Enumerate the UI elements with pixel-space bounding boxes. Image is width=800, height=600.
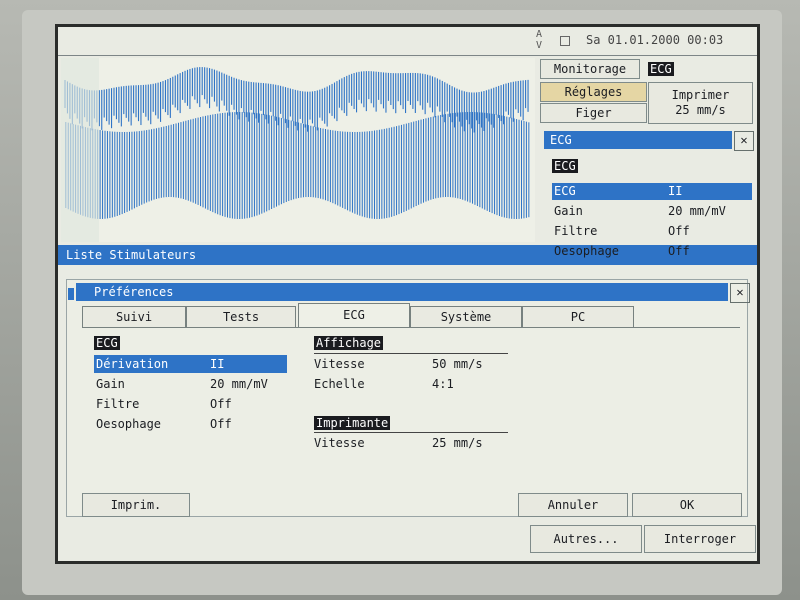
ecg-waveform — [61, 58, 535, 242]
side-row-value: Off — [668, 244, 690, 258]
derivation-label[interactable]: Dérivation — [96, 357, 168, 371]
imprimante-section-label: Imprimante — [314, 416, 391, 430]
side-row-oesophage[interactable]: Oesophage Off — [552, 243, 752, 260]
dialog-marker — [68, 288, 74, 300]
av-indicator: A V — [536, 29, 543, 51]
monitorage-button[interactable]: Monitorage — [540, 59, 640, 79]
list-header-label: Liste Stimulateurs — [66, 248, 197, 262]
side-row-label: Gain — [554, 204, 583, 218]
preferences-title-text: Préférences — [94, 285, 174, 299]
oesophage-value[interactable]: Off — [210, 417, 232, 431]
side-panel-title: ECG — [544, 131, 732, 149]
imprimante-vitesse-value[interactable]: 25 mm/s — [432, 436, 483, 450]
side-close-icon[interactable]: ✕ — [734, 131, 754, 151]
side-row-filtre[interactable]: Filtre Off — [552, 223, 752, 240]
preferences-title: Préférences — [76, 283, 728, 301]
ecg-tab-panel — [82, 327, 740, 488]
side-row-label: ECG — [554, 184, 576, 198]
side-row-label: Oesophage — [554, 244, 620, 258]
ok-button[interactable]: OK — [632, 493, 742, 517]
datetime: Sa 01.01.2000 00:03 — [586, 33, 724, 47]
oesophage-label: Oesophage — [96, 417, 162, 431]
filtre-value[interactable]: Off — [210, 397, 232, 411]
gain-value[interactable]: 20 mm/mV — [210, 377, 268, 391]
side-row-gain[interactable]: Gain 20 mm/mV — [552, 203, 752, 220]
reglages-button[interactable]: Réglages — [540, 82, 647, 102]
side-row-value: Off — [668, 224, 690, 238]
imprimer-button[interactable]: Imprimer 25 mm/s — [648, 82, 753, 124]
side-row-label: Filtre — [554, 224, 598, 238]
side-row-value: 20 mm/mV — [668, 204, 726, 218]
ecg-section-label: ECG — [94, 336, 120, 350]
echelle-label: Echelle — [314, 377, 365, 391]
imprimante-underline — [314, 432, 508, 433]
gain-label: Gain — [96, 377, 125, 391]
side-row-ecg[interactable]: ECG II — [552, 183, 752, 200]
affichage-underline — [314, 353, 508, 354]
affichage-section-label: Affichage — [314, 336, 384, 350]
interroger-button[interactable]: Interroger — [644, 525, 756, 553]
side-section-label: ECG — [552, 159, 578, 173]
figer-button[interactable]: Figer — [540, 103, 647, 123]
imprimante-vitesse-label: Vitesse — [314, 436, 365, 450]
tab-tests[interactable]: Tests — [186, 306, 296, 328]
filtre-label: Filtre — [96, 397, 140, 411]
tab-pc[interactable]: PC — [522, 306, 634, 328]
tab-suivi[interactable]: Suivi — [82, 306, 186, 328]
checkbox-icon[interactable] — [560, 36, 570, 46]
echelle-value[interactable]: 4:1 — [432, 377, 454, 391]
side-panel-title-text: ECG — [550, 133, 572, 147]
imprim-button[interactable]: Imprim. — [82, 493, 190, 517]
print-speed: 25 mm/s — [675, 103, 726, 117]
affichage-vitesse-value[interactable]: 50 mm/s — [432, 357, 483, 371]
annuler-button[interactable]: Annuler — [518, 493, 628, 517]
derivation-value[interactable]: II — [210, 357, 224, 371]
side-row-value: II — [668, 184, 683, 198]
status-bar: A V Sa 01.01.2000 00:03 — [58, 27, 757, 56]
affichage-vitesse-label: Vitesse — [314, 357, 365, 371]
screen: A V Sa 01.01.2000 00:03 Liste Stimulateu… — [55, 24, 760, 564]
close-icon[interactable]: ✕ — [730, 283, 750, 303]
autres-button[interactable]: Autres... — [530, 525, 642, 553]
tab-systeme[interactable]: Système — [410, 306, 522, 328]
tab-ecg[interactable]: ECG — [298, 303, 410, 328]
ecg-mode-chip[interactable]: ECG — [648, 62, 674, 76]
imprimer-label: Imprimer — [671, 88, 730, 102]
